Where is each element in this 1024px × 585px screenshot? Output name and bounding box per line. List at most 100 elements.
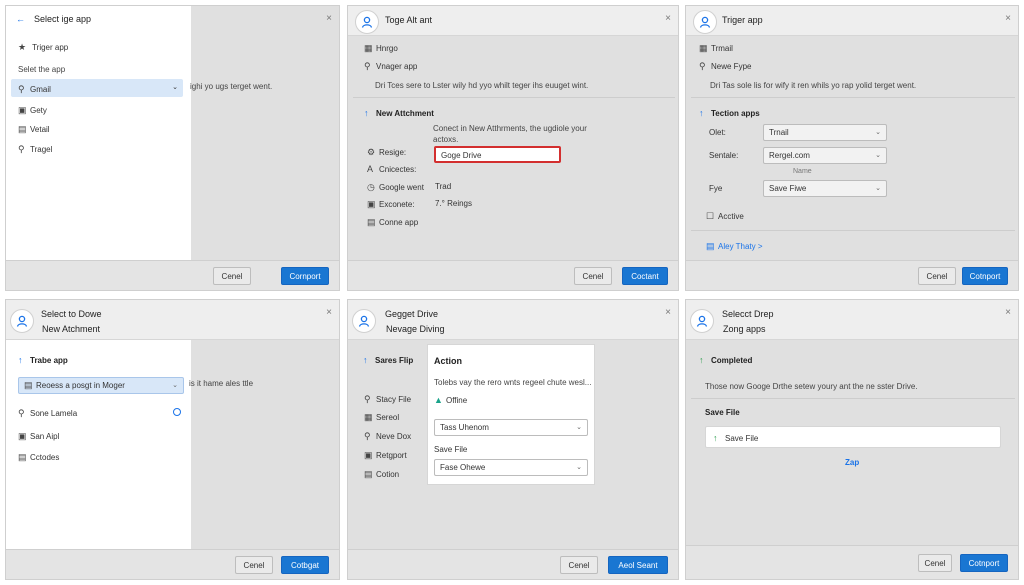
side-item[interactable]: ⚲ Neve Dox — [364, 431, 411, 442]
side-item-label: Stacy File — [376, 395, 412, 404]
app-item-label: Gety — [30, 106, 47, 115]
settings-icon: ⚙ — [367, 147, 376, 157]
more-link[interactable]: ▤ Aley Thaty > — [706, 241, 763, 252]
dialog-subtitle: Zong apps — [723, 324, 766, 334]
section-heading: ↑ Trabe app — [18, 355, 68, 365]
section-heading: ↑ Tection apps — [699, 108, 760, 118]
list-item[interactable]: ⚲ Sone Lamela — [18, 408, 77, 419]
confirm-button[interactable]: Cornport — [281, 267, 329, 285]
completed-description: Those now Googe Drthe setew youry ant th… — [705, 382, 918, 391]
cancel-button[interactable]: Cenel — [918, 267, 956, 285]
divider — [691, 230, 1015, 231]
panel-trigger-setup: Toge Alt ant × ▦ Hnrgo ⚲ Vnager app Dri Tc… — [347, 5, 679, 291]
trigger-heading: ★ Triger app — [18, 42, 68, 53]
confirm-button[interactable]: Coctant — [622, 267, 668, 285]
arrow-up-icon: ↑ — [363, 355, 368, 365]
drive-input[interactable]: Goge Drive — [434, 146, 561, 163]
trigger-heading-text: Triger app — [32, 43, 69, 52]
checkbox-icon: ☐ — [706, 211, 715, 221]
active-checkbox[interactable]: ☐ Acctive — [706, 211, 744, 222]
row-value: Trad — [435, 182, 452, 191]
olet-select[interactable]: Trnail ⌄ — [763, 124, 887, 141]
menu-item[interactable]: ▦ Trmail — [699, 43, 733, 54]
confirm-button[interactable]: Cotnport — [962, 267, 1008, 285]
row-value: 7.° Reings — [435, 199, 472, 208]
cancel-button[interactable]: Cenel — [235, 556, 273, 574]
description-text: Dri Tces sere to Lster wily hd yyo whilt… — [375, 81, 589, 90]
file-select[interactable]: Fase Ohewe ⌄ — [434, 459, 588, 476]
list-item[interactable]: ▣ San Aipl — [18, 431, 59, 442]
dialog-footer: Cenel Cotnport — [686, 260, 1018, 290]
side-item-label: Retgport — [376, 451, 407, 460]
row-label[interactable]: ▤ Conne app — [367, 217, 418, 228]
app-item-label: Tragel — [30, 145, 53, 154]
confirm-button[interactable]: Cotnport — [960, 554, 1008, 572]
app-item-gety[interactable]: ▣ Gety — [18, 105, 47, 116]
fye-select[interactable]: Save Fiwe ⌄ — [763, 180, 887, 197]
sentale-select[interactable]: Rergel.com ⌄ — [763, 147, 887, 164]
search-icon: ⚲ — [699, 61, 706, 71]
document-icon: ▤ — [18, 452, 27, 462]
search-icon: ⚲ — [364, 431, 371, 441]
more-link-text: Aley Thaty > — [718, 242, 763, 251]
app-item-vetail[interactable]: ▤ Vetail — [18, 124, 50, 135]
chevron-down-icon: ⌄ — [172, 84, 178, 91]
grid-icon: ▦ — [364, 43, 373, 53]
row-label: A Cnicectes: — [367, 164, 416, 174]
back-button[interactable]: ← — [16, 14, 28, 24]
dialog-title: Gegget Drive — [385, 309, 439, 319]
confirm-button[interactable]: Aeol Seant — [608, 556, 668, 574]
side-item[interactable]: ▤ Cotion — [364, 469, 399, 480]
close-icon[interactable]: × — [665, 307, 671, 318]
close-icon[interactable]: × — [326, 13, 332, 24]
app-item-tragel[interactable]: ⚲ Tragel — [18, 144, 52, 155]
user-icon — [16, 315, 28, 327]
side-heading-text: Sares Flip — [375, 356, 414, 365]
save-file-card[interactable]: ↑ Save File — [705, 426, 1001, 448]
name-select[interactable]: Tass Uhenom ⌄ — [434, 419, 588, 436]
cancel-button[interactable]: Cenel — [574, 267, 612, 285]
document-icon: ▤ — [18, 124, 27, 134]
search-icon: ⚲ — [364, 61, 371, 71]
side-item-label: Sereol — [376, 413, 400, 422]
radio-button[interactable] — [173, 408, 181, 416]
field-label: Sentale: — [709, 151, 739, 160]
user-icon — [696, 315, 708, 327]
action-dropdown[interactable]: ▤ Reoess a posgt in Moger ⌄ — [18, 377, 184, 394]
chevron-down-icon: ⌄ — [875, 152, 881, 159]
close-icon[interactable]: × — [665, 13, 671, 24]
close-icon[interactable]: × — [1005, 307, 1011, 318]
side-item[interactable]: ▣ Retgport — [364, 450, 407, 461]
save-file-label: Save File — [725, 434, 759, 443]
cancel-button[interactable]: Cenel — [213, 267, 251, 285]
menu-item[interactable]: ⚲ Vnager app — [364, 61, 417, 72]
divider — [353, 97, 675, 98]
cancel-button[interactable]: Cenel — [918, 554, 952, 572]
close-icon[interactable]: × — [1005, 13, 1011, 24]
user-icon: ★ — [18, 42, 27, 52]
section-heading-text: Trabe app — [30, 356, 68, 365]
zap-link[interactable]: Zap — [845, 458, 859, 467]
row-label: ▣ Exconete: — [367, 199, 415, 210]
menu-item[interactable]: ▦ Hnrgo — [364, 43, 398, 54]
side-item[interactable]: ⚲ Stacy File — [364, 394, 411, 405]
confirm-button[interactable]: Cotbgat — [281, 556, 329, 574]
dialog-header — [686, 300, 1018, 340]
description-text: Dri Tas sole lis for wify it ren whils y… — [710, 81, 917, 90]
panel-trigger-app: Triger app × ▦ Trmail ⚲ Newe Fype Dri Tas … — [685, 5, 1019, 291]
calendar-icon: ▣ — [18, 105, 27, 115]
close-icon[interactable]: × — [326, 307, 332, 318]
dialog-footer: Cenel Cornport — [6, 260, 339, 290]
panel-select-drive: Select to Dowe New Atchment × ↑ Trabe app… — [5, 299, 340, 580]
completed-heading-text: Completed — [711, 356, 753, 365]
side-item[interactable]: ▦ Sereol — [364, 412, 399, 423]
search-icon: ⚲ — [18, 408, 25, 418]
user-icon — [358, 315, 370, 327]
cancel-button[interactable]: Cenel — [560, 556, 598, 574]
menu-item[interactable]: ⚲ Newe Fype — [699, 61, 751, 72]
chevron-down-icon: ⌄ — [875, 185, 881, 192]
list-item[interactable]: ▤ Cctodes — [18, 452, 59, 463]
name-select-value: Tass Uhenom — [440, 423, 489, 432]
app-item-gmail[interactable]: ⚲ Gmail ⌄ — [11, 79, 183, 97]
status-badge: ▲ Offine — [434, 395, 467, 405]
